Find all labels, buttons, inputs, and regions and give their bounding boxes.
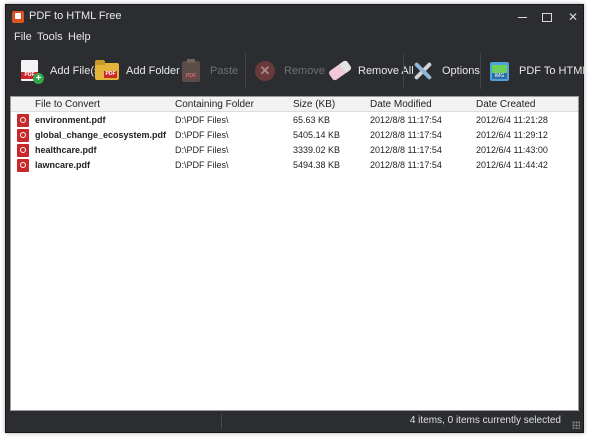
column-header-modified[interactable]: Date Modified (370, 99, 432, 110)
add-folder-button[interactable]: PDF Add Folder (94, 53, 180, 89)
table-row[interactable]: healthcare.pdf D:\PDF Files\ 3339.02 KB … (11, 143, 578, 158)
add-files-button[interactable]: PDF + Add File(s) (18, 53, 103, 89)
file-modified: 2012/8/8 11:17:54 (370, 130, 442, 140)
pdf-file-icon (17, 159, 29, 172)
pdf-file-icon (17, 114, 29, 127)
minimize-button[interactable] (511, 7, 533, 27)
file-size: 5494.38 KB (293, 160, 341, 170)
remove-icon: ✕ (252, 58, 278, 84)
file-name: healthcare.pdf (35, 145, 97, 155)
tools-icon (410, 58, 436, 84)
maximize-icon (542, 13, 552, 23)
status-text: 4 items, 0 items currently selected (409, 415, 561, 426)
file-name: global_change_ecosystem.pdf (35, 130, 167, 140)
file-name: environment.pdf (35, 115, 106, 125)
file-created: 2012/6/4 11:29:12 (476, 130, 548, 140)
pdf-file-icon (17, 144, 29, 157)
close-button[interactable]: ✕ (562, 7, 584, 27)
maximize-button[interactable] (536, 7, 558, 27)
table-row[interactable]: lawncare.pdf D:\PDF Files\ 5494.38 KB 20… (11, 158, 578, 173)
column-header-folder[interactable]: Containing Folder (175, 99, 254, 110)
menu-help[interactable]: Help (68, 31, 91, 43)
file-name: lawncare.pdf (35, 160, 91, 170)
remove-label: Remove (284, 65, 325, 77)
eraser-icon (326, 58, 353, 84)
image-convert-icon: IMG (487, 58, 513, 84)
file-created: 2012/6/4 11:44:42 (476, 160, 548, 170)
add-pdf-icon: PDF + (18, 58, 44, 84)
paste-label: Paste (210, 65, 239, 77)
column-header-size[interactable]: Size (KB) (293, 99, 335, 110)
status-bar: 4 items, 0 items currently selected (6, 411, 583, 432)
app-window: PDF to HTML Free ✕ File Tools Help PDF +… (5, 4, 588, 433)
resize-grip-icon[interactable] (572, 421, 580, 429)
toolbar: PDF + Add File(s) PDF Add Folder PDF Pas… (6, 47, 588, 95)
column-header-created[interactable]: Date Created (476, 99, 535, 110)
options-button[interactable]: Options (410, 53, 480, 89)
toolbar-separator (480, 53, 481, 89)
add-folder-label: Add Folder (126, 65, 180, 77)
app-logo-icon (12, 11, 24, 23)
status-divider (221, 414, 222, 429)
window-title: PDF to HTML Free (29, 10, 122, 22)
menu-bar: File Tools Help (6, 29, 583, 46)
title-bar: PDF to HTML Free ✕ (6, 5, 583, 29)
file-size: 65.63 KB (293, 115, 331, 125)
file-folder: D:\PDF Files\ (175, 115, 229, 125)
file-modified: 2012/8/8 11:17:54 (370, 145, 442, 155)
remove-button[interactable]: ✕ Remove (252, 53, 325, 89)
pdf-file-icon (17, 129, 29, 142)
paste-button[interactable]: PDF Paste (178, 53, 238, 89)
remove-all-label: Remove All (358, 65, 414, 77)
minimize-icon (517, 17, 527, 19)
menu-tools[interactable]: Tools (37, 31, 63, 43)
file-size: 5405.14 KB (293, 130, 341, 140)
file-folder: D:\PDF Files\ (175, 145, 229, 155)
options-label: Options (442, 65, 480, 77)
table-row[interactable]: global_change_ecosystem.pdf D:\PDF Files… (11, 128, 578, 143)
file-modified: 2012/8/8 11:17:54 (370, 115, 442, 125)
column-header-file[interactable]: File to Convert (35, 99, 100, 110)
file-folder: D:\PDF Files\ (175, 130, 229, 140)
file-created: 2012/6/4 11:21:28 (476, 115, 548, 125)
table-row[interactable]: environment.pdf D:\PDF Files\ 65.63 KB 2… (11, 113, 578, 128)
folder-icon: PDF (94, 58, 120, 84)
paste-icon: PDF (178, 58, 204, 84)
pdf-to-html-button[interactable]: IMG PDF To HTML (487, 53, 588, 89)
file-list[interactable]: File to Convert Containing Folder Size (… (10, 96, 579, 411)
file-folder: D:\PDF Files\ (175, 160, 229, 170)
pdf-to-html-label: PDF To HTML (519, 65, 589, 77)
file-modified: 2012/8/8 11:17:54 (370, 160, 442, 170)
file-created: 2012/6/4 11:43:00 (476, 145, 548, 155)
file-size: 3339.02 KB (293, 145, 341, 155)
list-header: File to Convert Containing Folder Size (… (11, 97, 578, 112)
toolbar-separator (403, 53, 404, 89)
menu-file[interactable]: File (14, 31, 32, 43)
remove-all-button[interactable]: Remove All (326, 53, 414, 89)
toolbar-separator (245, 53, 246, 89)
close-icon: ✕ (567, 10, 579, 24)
